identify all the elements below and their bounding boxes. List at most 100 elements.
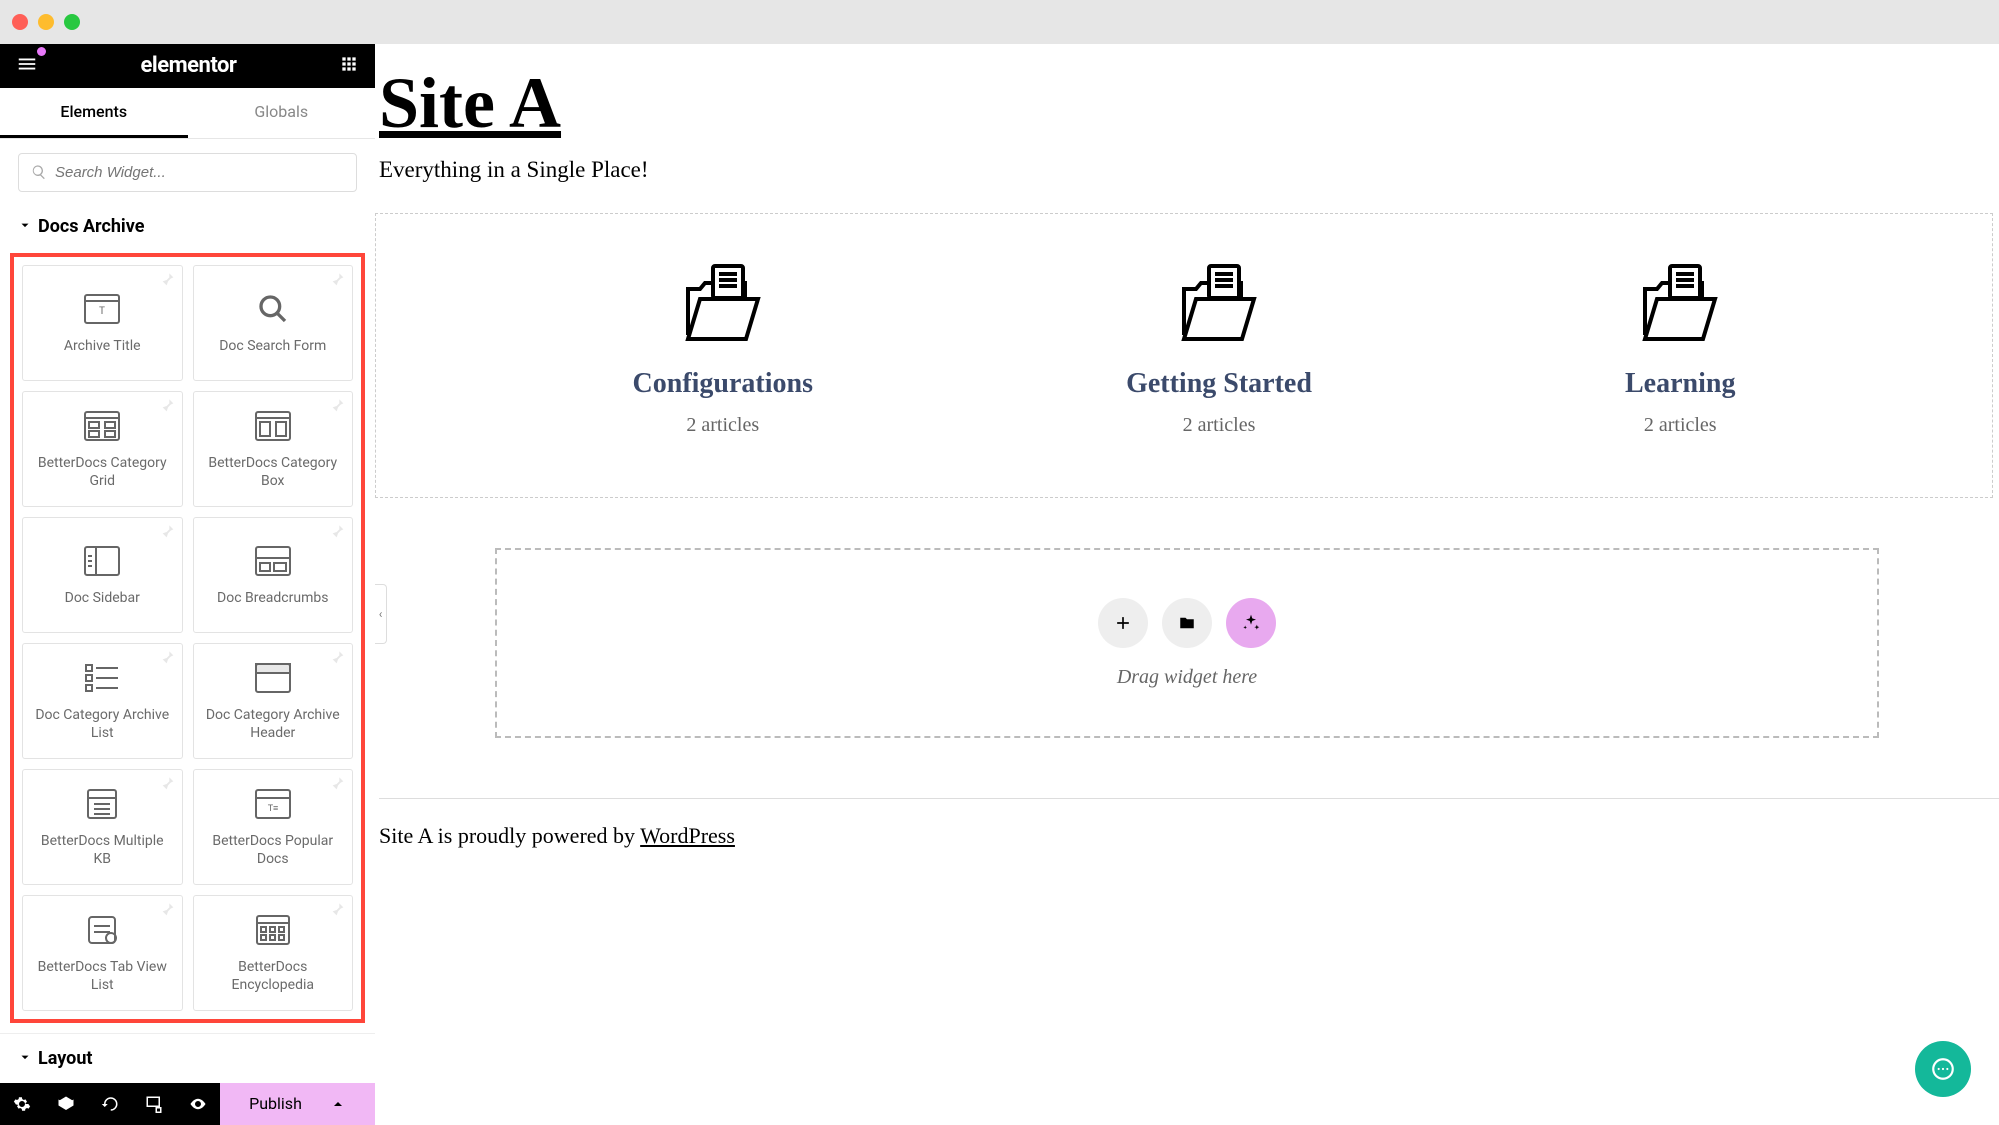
pin-icon bbox=[330, 398, 346, 414]
widget-category-grid[interactable]: BetterDocs Category Grid bbox=[22, 391, 183, 507]
pin-icon bbox=[330, 650, 346, 666]
search-icon bbox=[31, 164, 47, 180]
section-docs-archive[interactable]: Docs Archive bbox=[0, 206, 375, 247]
widget-label: Doc Sidebar bbox=[65, 590, 140, 608]
elementor-panel: elementor Elements Globals Docs Archive bbox=[0, 44, 375, 1125]
pin-icon bbox=[160, 272, 176, 288]
notification-dot bbox=[37, 47, 46, 56]
apps-icon[interactable] bbox=[339, 54, 359, 78]
close-window[interactable] bbox=[12, 14, 28, 30]
chat-fab[interactable] bbox=[1915, 1041, 1971, 1097]
widget-label: Doc Category Archive Header bbox=[202, 707, 345, 742]
chevron-down-icon bbox=[18, 1051, 32, 1065]
site-title[interactable]: Site A bbox=[379, 62, 1999, 145]
categories-widget[interactable]: Configurations 2 articles Getting Starte… bbox=[375, 213, 1993, 498]
svg-text:T≡: T≡ bbox=[267, 804, 278, 814]
chat-icon bbox=[1930, 1056, 1956, 1082]
widget-label: BetterDocs Popular Docs bbox=[202, 833, 345, 868]
list-icon bbox=[83, 659, 121, 697]
widget-category-box[interactable]: BetterDocs Category Box bbox=[193, 391, 354, 507]
widget-category-archive-list[interactable]: Doc Category Archive List bbox=[22, 643, 183, 759]
widget-label: BetterDocs Multiple KB bbox=[31, 833, 174, 868]
widget-archive-title[interactable]: T Archive Title bbox=[22, 265, 183, 381]
widget-category-archive-header[interactable]: Doc Category Archive Header bbox=[193, 643, 354, 759]
search-widget-input[interactable] bbox=[55, 164, 344, 181]
category-count: 2 articles bbox=[1644, 414, 1717, 437]
pin-icon bbox=[330, 902, 346, 918]
category-count: 2 articles bbox=[1183, 414, 1256, 437]
preview-button[interactable] bbox=[176, 1083, 220, 1125]
section-label: Docs Archive bbox=[38, 216, 144, 237]
widget-doc-search-form[interactable]: Doc Search Form bbox=[193, 265, 354, 381]
pin-icon bbox=[160, 776, 176, 792]
tab-globals[interactable]: Globals bbox=[188, 88, 376, 138]
section-layout[interactable]: Layout bbox=[0, 1033, 375, 1083]
footer-link[interactable]: WordPress bbox=[640, 823, 735, 848]
widget-tab-view-list[interactable]: BetterDocs Tab View List bbox=[22, 895, 183, 1011]
responsive-button[interactable] bbox=[132, 1083, 176, 1125]
category-count: 2 articles bbox=[686, 414, 759, 437]
widget-multiple-kb[interactable]: BetterDocs Multiple KB bbox=[22, 769, 183, 885]
maximize-window[interactable] bbox=[64, 14, 80, 30]
widget-label: Doc Category Archive List bbox=[31, 707, 174, 742]
widget-label: BetterDocs Tab View List bbox=[31, 959, 174, 994]
pin-icon bbox=[330, 776, 346, 792]
site-footer: Site A is proudly powered by WordPress bbox=[379, 798, 1999, 849]
widget-label: BetterDocs Category Box bbox=[202, 455, 345, 490]
navigator-button[interactable] bbox=[44, 1083, 88, 1125]
svg-text:T: T bbox=[99, 306, 105, 317]
pin-icon bbox=[160, 902, 176, 918]
widgets-grid-highlight: T Archive Title Doc Search Form BetterDo… bbox=[10, 253, 365, 1023]
publish-label: Publish bbox=[249, 1094, 302, 1113]
category-title: Configurations bbox=[633, 368, 813, 400]
widget-encyclopedia[interactable]: BetterDocs Encyclopedia bbox=[193, 895, 354, 1011]
category-title: Learning bbox=[1625, 368, 1735, 400]
widget-dropzone[interactable]: Drag widget here bbox=[495, 548, 1879, 738]
history-button[interactable] bbox=[88, 1083, 132, 1125]
widget-doc-sidebar[interactable]: Doc Sidebar bbox=[22, 517, 183, 633]
category-item[interactable]: Getting Started 2 articles bbox=[1126, 254, 1312, 437]
chevron-up-icon bbox=[330, 1096, 346, 1112]
section-label: Layout bbox=[38, 1048, 93, 1069]
widget-label: BetterDocs Encyclopedia bbox=[202, 959, 345, 994]
search-widget-box bbox=[18, 153, 357, 192]
header-icon bbox=[254, 659, 292, 697]
title-icon: T bbox=[83, 290, 121, 328]
folder-docs-icon bbox=[1169, 254, 1269, 354]
popular-icon: T≡ bbox=[254, 785, 292, 823]
panel-title: elementor bbox=[141, 53, 237, 78]
panel-footer: Publish bbox=[0, 1083, 375, 1125]
multikb-icon bbox=[83, 785, 121, 823]
widget-popular-docs[interactable]: T≡ BetterDocs Popular Docs bbox=[193, 769, 354, 885]
grid-icon bbox=[83, 407, 121, 445]
encyclopedia-icon bbox=[254, 911, 292, 949]
menu-icon[interactable] bbox=[16, 53, 38, 79]
pin-icon bbox=[330, 272, 346, 288]
folder-docs-icon bbox=[673, 254, 773, 354]
footer-text: Site A is proudly powered by bbox=[379, 823, 640, 848]
ai-button[interactable] bbox=[1226, 598, 1276, 648]
widget-label: BetterDocs Category Grid bbox=[31, 455, 174, 490]
template-library-button[interactable] bbox=[1162, 598, 1212, 648]
category-item[interactable]: Learning 2 articles bbox=[1625, 254, 1735, 437]
widget-doc-breadcrumbs[interactable]: Doc Breadcrumbs bbox=[193, 517, 354, 633]
pin-icon bbox=[330, 524, 346, 540]
sparkle-icon bbox=[1241, 613, 1261, 633]
tab-elements[interactable]: Elements bbox=[0, 88, 188, 138]
folder-icon bbox=[1178, 614, 1196, 632]
settings-button[interactable] bbox=[0, 1083, 44, 1125]
publish-button[interactable]: Publish bbox=[220, 1083, 375, 1125]
add-section-button[interactable] bbox=[1098, 598, 1148, 648]
window-chrome bbox=[0, 0, 1999, 44]
sidebar-icon bbox=[83, 542, 121, 580]
widget-label: Doc Breadcrumbs bbox=[217, 590, 328, 608]
pin-icon bbox=[160, 650, 176, 666]
chevron-down-icon bbox=[18, 219, 32, 233]
dropzone-controls bbox=[1098, 598, 1276, 648]
minimize-window[interactable] bbox=[38, 14, 54, 30]
breadcrumbs-icon bbox=[254, 542, 292, 580]
box-icon bbox=[254, 407, 292, 445]
magnify-icon bbox=[254, 290, 292, 328]
widget-label: Doc Search Form bbox=[219, 338, 326, 356]
category-item[interactable]: Configurations 2 articles bbox=[633, 254, 813, 437]
